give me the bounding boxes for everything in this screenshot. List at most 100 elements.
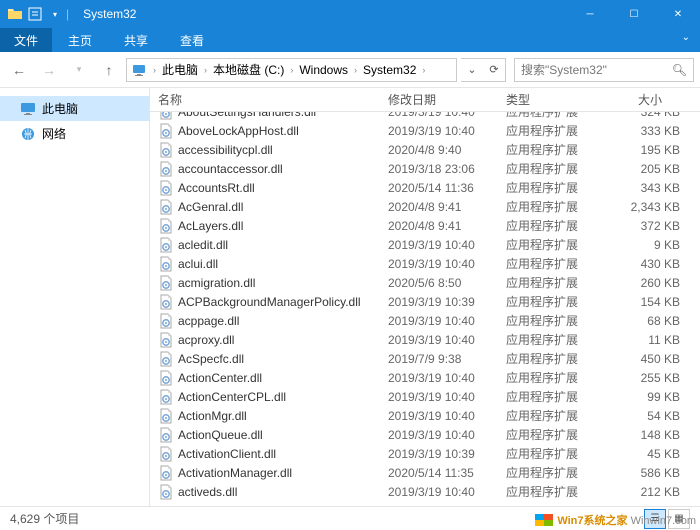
table-row[interactable]: accountaccessor.dll2019/3/18 23:06应用程序扩展… <box>150 159 700 178</box>
back-button[interactable]: ← <box>6 57 32 83</box>
file-name: acledit.dll <box>178 238 228 252</box>
table-row[interactable]: AboveLockAppHost.dll2019/3/19 10:40应用程序扩… <box>150 121 700 140</box>
dll-file-icon <box>158 112 174 120</box>
file-date: 2020/5/14 11:35 <box>380 466 498 480</box>
dll-file-icon <box>158 256 174 272</box>
file-name: acproxy.dll <box>178 333 234 347</box>
col-date[interactable]: 修改日期 <box>380 91 498 108</box>
file-list: 名称 修改日期 类型 大小 AboutSettingsHandlers.dll2… <box>150 88 700 506</box>
table-row[interactable]: AcSpecfc.dll2019/7/9 9:38应用程序扩展450 KB <box>150 349 700 368</box>
recent-dropdown[interactable]: ▾ <box>66 57 92 83</box>
table-row[interactable]: ActivationManager.dll2020/5/14 11:35应用程序… <box>150 463 700 482</box>
dll-file-icon <box>158 446 174 462</box>
refresh-button[interactable]: ⟳ <box>483 63 505 76</box>
breadcrumb[interactable]: › 此电脑› 本地磁盘 (C:)› Windows› System32› <box>126 58 457 82</box>
table-row[interactable]: ActionQueue.dll2019/3/19 10:40应用程序扩展148 … <box>150 425 700 444</box>
sidebar-item-label: 网络 <box>42 125 66 142</box>
dll-file-icon <box>158 408 174 424</box>
file-size: 430 KB <box>598 257 700 271</box>
up-button[interactable]: ↑ <box>96 57 122 83</box>
table-row[interactable]: AcGenral.dll2020/4/8 9:41应用程序扩展2,343 KB <box>150 197 700 216</box>
file-date: 2019/3/19 10:40 <box>380 257 498 271</box>
col-name[interactable]: 名称 <box>150 91 380 108</box>
search-input[interactable]: 搜索"System32" 🔍︎ <box>514 58 694 82</box>
address-dropdown-icon[interactable]: ⌄ <box>461 63 483 76</box>
file-size: 11 KB <box>598 333 700 347</box>
sidebar-item-net[interactable]: 网络 <box>0 121 149 146</box>
file-name: ACPBackgroundManagerPolicy.dll <box>178 295 361 309</box>
file-type: 应用程序扩展 <box>498 198 598 215</box>
minimize-button[interactable]: ─ <box>568 0 612 28</box>
navigation-pane: 此电脑网络 <box>0 88 150 506</box>
ribbon-expand-icon[interactable]: ⌄ <box>672 28 700 52</box>
file-size: 450 KB <box>598 352 700 366</box>
table-row[interactable]: ActionCenterCPL.dll2019/3/19 10:40应用程序扩展… <box>150 387 700 406</box>
crumb-drive[interactable]: 本地磁盘 (C:) <box>211 61 286 78</box>
search-icon[interactable]: 🔍︎ <box>672 63 687 77</box>
file-type: 应用程序扩展 <box>498 407 598 424</box>
file-date: 2019/3/19 10:40 <box>380 333 498 347</box>
file-name: accessibilitycpl.dll <box>178 143 273 157</box>
properties-icon[interactable] <box>26 5 44 23</box>
crumb-pc[interactable]: 此电脑 <box>160 61 200 78</box>
address-bar: ← → ▾ ↑ › 此电脑› 本地磁盘 (C:)› Windows› Syste… <box>0 52 700 88</box>
window-title: System32 <box>75 7 136 21</box>
file-name: AccountsRt.dll <box>178 181 255 195</box>
table-row[interactable]: accessibilitycpl.dll2020/4/8 9:40应用程序扩展1… <box>150 140 700 159</box>
file-name: ActionQueue.dll <box>178 428 263 442</box>
file-size: 343 KB <box>598 181 700 195</box>
table-row[interactable]: ACPBackgroundManagerPolicy.dll 2019/3/19 … <box>150 292 700 311</box>
table-row[interactable]: acledit.dll2019/3/19 10:40应用程序扩展9 KB <box>150 235 700 254</box>
item-count: 4,629 个项目 <box>10 510 79 527</box>
tab-view[interactable]: 查看 <box>164 28 220 52</box>
table-row[interactable]: acproxy.dll2019/3/19 10:40应用程序扩展11 KB <box>150 330 700 349</box>
file-type: 应用程序扩展 <box>498 217 598 234</box>
view-large-button[interactable]: ▦ <box>668 509 690 529</box>
file-type: 应用程序扩展 <box>498 236 598 253</box>
dll-file-icon <box>158 427 174 443</box>
file-rows[interactable]: AboutSettingsHandlers.dll2019/3/19 10:40… <box>150 112 700 506</box>
table-row[interactable]: acmigration.dll2020/5/6 8:50应用程序扩展260 KB <box>150 273 700 292</box>
file-size: 195 KB <box>598 143 700 157</box>
tab-file[interactable]: 文件 <box>0 28 52 52</box>
view-details-button[interactable]: ☰ <box>644 509 666 529</box>
col-size[interactable]: 大小 <box>598 91 683 108</box>
dll-file-icon <box>158 370 174 386</box>
qat-dropdown-icon[interactable]: ▾ <box>46 5 64 23</box>
dll-file-icon <box>158 389 174 405</box>
file-type: 应用程序扩展 <box>498 122 598 139</box>
file-date: 2019/3/19 10:40 <box>380 428 498 442</box>
crumb-windows[interactable]: Windows <box>297 63 350 77</box>
table-row[interactable]: AboutSettingsHandlers.dll2019/3/19 10:40… <box>150 112 700 121</box>
table-row[interactable]: ActionCenter.dll2019/3/19 10:40应用程序扩展255… <box>150 368 700 387</box>
sidebar-item-pc[interactable]: 此电脑 <box>0 96 149 121</box>
file-date: 2019/3/19 10:40 <box>380 485 498 499</box>
file-date: 2019/3/19 10:39 <box>380 295 498 309</box>
maximize-button[interactable]: ☐ <box>612 0 656 28</box>
table-row[interactable]: AccountsRt.dll2020/5/14 11:36应用程序扩展343 K… <box>150 178 700 197</box>
forward-button[interactable]: → <box>36 57 62 83</box>
file-size: 99 KB <box>598 390 700 404</box>
dll-file-icon <box>158 180 174 196</box>
file-name: ActivationManager.dll <box>178 466 292 480</box>
table-row[interactable]: aclui.dll2019/3/19 10:40应用程序扩展430 KB <box>150 254 700 273</box>
crumb-system32[interactable]: System32 <box>361 63 418 77</box>
file-type: 应用程序扩展 <box>498 274 598 291</box>
table-row[interactable]: acppage.dll2019/3/19 10:40应用程序扩展68 KB <box>150 311 700 330</box>
table-row[interactable]: AcLayers.dll2020/4/8 9:41应用程序扩展372 KB <box>150 216 700 235</box>
file-name: AcGenral.dll <box>178 200 243 214</box>
dll-file-icon <box>158 313 174 329</box>
file-date: 2020/5/6 8:50 <box>380 276 498 290</box>
file-date: 2019/3/19 10:40 <box>380 314 498 328</box>
table-row[interactable]: ActivationClient.dll2019/3/19 10:39应用程序扩… <box>150 444 700 463</box>
col-type[interactable]: 类型 <box>498 91 598 108</box>
tab-share[interactable]: 共享 <box>108 28 164 52</box>
sidebar-item-label: 此电脑 <box>42 100 78 117</box>
close-button[interactable]: ✕ <box>656 0 700 28</box>
table-row[interactable]: ActionMgr.dll2019/3/19 10:40应用程序扩展54 KB <box>150 406 700 425</box>
file-size: 586 KB <box>598 466 700 480</box>
dll-file-icon <box>158 142 174 158</box>
tab-home[interactable]: 主页 <box>52 28 108 52</box>
file-size: 9 KB <box>598 238 700 252</box>
table-row[interactable]: activeds.dll2019/3/19 10:40应用程序扩展212 KB <box>150 482 700 501</box>
